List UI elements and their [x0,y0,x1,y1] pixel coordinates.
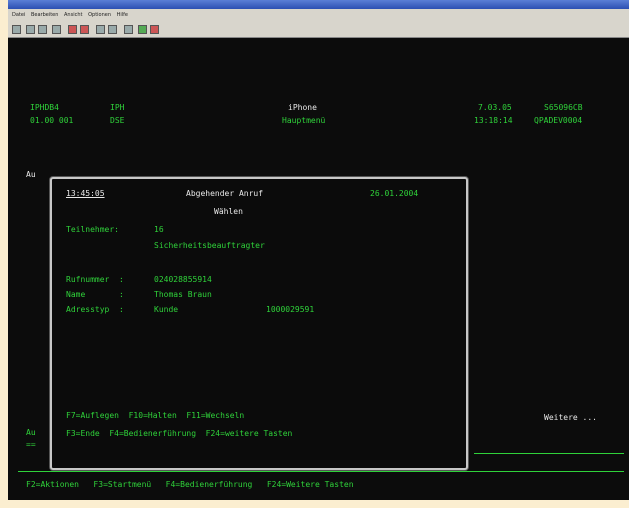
menu-item-optionen[interactable]: Optionen [88,12,111,18]
header-subtitle: Hauptmenü [282,116,326,125]
menu-item-hilfe[interactable]: Hilfe [117,12,128,18]
menu-item-datei[interactable]: Datei [12,12,25,18]
toolbar-send-icon[interactable] [68,25,77,34]
footer-divider [18,471,624,472]
toolbar-help-icon[interactable] [150,25,159,34]
header-system-id: S65096CB [544,103,583,112]
dialog-function-keys-2[interactable]: F3=Ende F4=Bedienerführung F24=weitere T… [66,429,292,439]
participant-role: Sicherheitsbeauftragter [154,241,265,250]
more-indicator: Weitere ... [544,413,597,422]
name-value: Thomas Braun [154,290,212,299]
menu-item-bearbeiten[interactable]: Bearbeiten [31,12,58,18]
header-app-code: IPH [110,103,125,112]
toolbar-keyboard-icon[interactable] [138,25,147,34]
header-program-id: IPHDB4 [30,103,59,112]
address-type-label: Adresstyp : [66,305,124,314]
menu-item-ansicht[interactable]: Ansicht [64,12,82,18]
side-label: == [26,440,36,449]
header-time: 13:18:14 [474,116,513,125]
dialog-date: 26.01.2004 [370,189,419,198]
toolbar-connect-icon[interactable] [12,25,21,34]
function-key-footer[interactable]: F2=Aktionen F3=Startmenü F4=Bedienerführ… [26,480,354,490]
address-number: 1000029591 [266,305,315,314]
phone-number-label: Rufnummer : [66,275,124,284]
terminal-window: Datei Bearbeiten Ansicht Optionen Hilfe … [8,0,629,500]
toolbar-copy-icon[interactable] [38,25,47,34]
side-label: Au [26,428,36,437]
toolbar-settings-icon[interactable] [124,25,133,34]
title-bar [8,0,629,9]
phone-number-value: 024028855914 [154,275,212,284]
participant-label: Teilnehmer: [66,225,119,234]
header-title: iPhone [288,103,317,112]
dialog-subtitle: Wählen [214,207,243,216]
side-label: Au [26,170,36,179]
dialog-time: 13:45:05 [66,189,105,198]
toolbar-macro-icon[interactable] [96,25,105,34]
header-version: 01.00 001 [30,116,74,125]
address-type-value: Kunde [154,305,179,314]
dialog-function-keys[interactable]: F7=Auflegen F10=Halten F11=Wechseln [66,411,244,421]
menu-bar: Datei Bearbeiten Ansicht Optionen Hilfe [8,9,629,21]
header-dse: DSE [110,116,125,125]
participant-value: 16 [154,225,164,234]
header-date: 7.03.05 [478,103,512,112]
divider-line [474,453,624,454]
toolbar-paste-icon[interactable] [52,25,61,34]
toolbar [8,21,629,38]
toolbar-receive-icon[interactable] [80,25,89,34]
toolbar-play-icon[interactable] [108,25,117,34]
name-label: Name : [66,290,124,299]
outgoing-call-dialog: 13:45:05 Abgehender Anruf 26.01.2004 Wäh… [50,177,468,470]
dialog-title: Abgehender Anruf [186,189,264,198]
header-device: QPADEV0004 [534,116,583,125]
toolbar-print-icon[interactable] [26,25,35,34]
